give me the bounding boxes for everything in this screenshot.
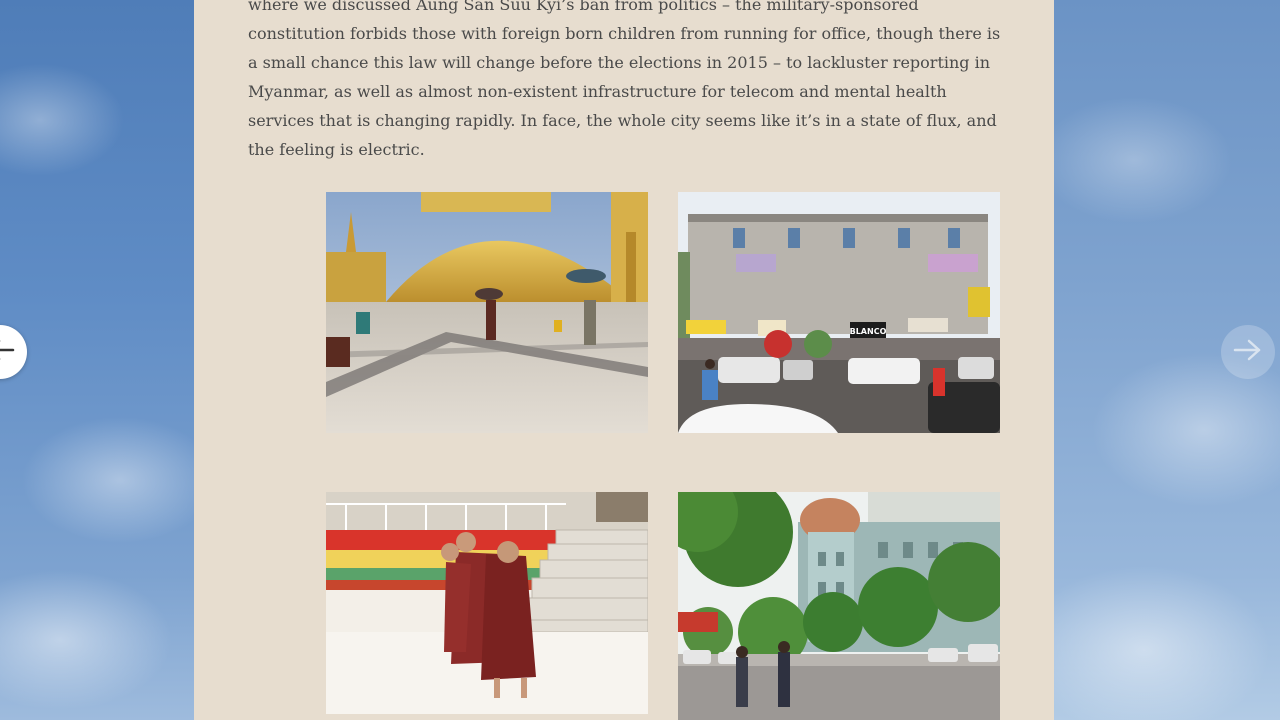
arrow-right-icon — [1233, 338, 1263, 366]
photo-colonial-building-street[interactable] — [678, 492, 1000, 720]
arrow-left-icon — [0, 338, 15, 366]
photo-novice-monks[interactable] — [326, 492, 648, 714]
next-page-button[interactable] — [1221, 325, 1275, 379]
article-page: where we discussed Aung San Suu Kyi’s ba… — [194, 0, 1054, 720]
photo-shwedagon-pagoda[interactable] — [326, 192, 648, 433]
street-building-photo-image: BLANCO — [678, 192, 1000, 433]
shwedagon-pagoda-photo-image — [326, 192, 648, 433]
background-sky-left — [0, 0, 194, 720]
novice-monks-photo-image — [326, 492, 648, 714]
photo-street-building[interactable]: BLANCO — [678, 192, 1000, 433]
blanco-sign: BLANCO — [850, 327, 887, 336]
colonial-building-street-photo-image — [678, 492, 1000, 720]
article-paragraph: where we discussed Aung San Suu Kyi’s ba… — [248, 0, 1001, 159]
